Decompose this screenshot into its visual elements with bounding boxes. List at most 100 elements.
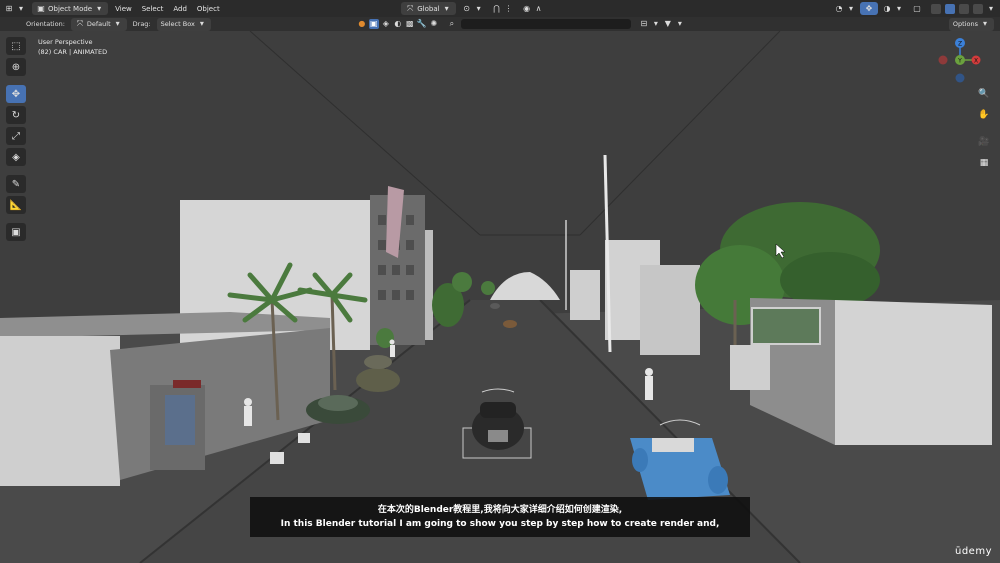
shading-modes: ▾ bbox=[926, 2, 1000, 15]
pivot-icon: ⊙ bbox=[463, 3, 470, 13]
chevron-down-icon: ▾ bbox=[677, 19, 682, 28]
chevron-down-icon: ▾ bbox=[115, 19, 120, 28]
subtitle-box: 在本次的Blender教程里,我将向大家详细介绍如何创建渲染, In this … bbox=[250, 497, 750, 537]
select-box-tool[interactable]: ⬚ bbox=[6, 37, 26, 55]
snap-grid-icon: ⋮ bbox=[504, 3, 513, 13]
hand-icon: ✋ bbox=[978, 110, 990, 120]
z-axis-label: Z bbox=[958, 41, 962, 48]
drag-label: Drag: bbox=[132, 20, 151, 28]
mesh-filter-icon[interactable]: ◈ bbox=[381, 19, 391, 29]
rendered-shading-icon[interactable] bbox=[973, 3, 983, 14]
perspective-toggle-button[interactable]: ▦ bbox=[976, 155, 992, 171]
rotate-tool[interactable]: ↻ bbox=[6, 106, 26, 124]
search-input[interactable] bbox=[460, 19, 631, 29]
transform-orientation-dropdown[interactable]: ⤧ Global ▾ bbox=[401, 2, 456, 15]
tool-settings-header: Orientation: ⤧ Default ▾ Drag: Select Bo… bbox=[0, 17, 1000, 31]
options-label: Options bbox=[952, 20, 978, 28]
chevron-down-icon: ▾ bbox=[444, 3, 449, 13]
layout-icon: ⊟ bbox=[640, 19, 648, 28]
chevron-down-icon: ▾ bbox=[97, 3, 102, 13]
proportional-editing-button[interactable]: ◉ ∧ bbox=[518, 2, 548, 15]
viewport-info: User Perspective (82) CAR | ANIMATED bbox=[38, 37, 107, 57]
menu-add[interactable]: Add bbox=[168, 5, 192, 13]
pivot-point-button[interactable]: ⊙ ▾ bbox=[458, 2, 488, 15]
proportional-icon: ◉ bbox=[523, 3, 531, 13]
add-cube-tool[interactable]: ▣ bbox=[6, 223, 26, 241]
solid-shading-icon[interactable] bbox=[945, 3, 955, 14]
orientation-label: Orientation: bbox=[26, 20, 65, 28]
shop-right-sign bbox=[751, 307, 821, 345]
collection-filters: ● ▣ ◈ ◐ ▩ 🔧 ✺ bbox=[353, 18, 443, 31]
x-neg-handle bbox=[938, 55, 948, 65]
select-box-icon: ⬚ bbox=[11, 40, 21, 52]
transform-orientation-label: Global bbox=[417, 4, 440, 13]
filter-options[interactable]: ⊟ ▾ ▼ ▾ bbox=[635, 18, 689, 31]
grid-icon: ▦ bbox=[979, 158, 989, 168]
x-axis-label: X bbox=[974, 58, 978, 65]
falloff-icon: ∧ bbox=[535, 3, 542, 13]
scene-filter-icon[interactable]: ● bbox=[357, 19, 367, 29]
rotate-icon: ↻ bbox=[11, 109, 21, 121]
scene-render[interactable] bbox=[0, 31, 1000, 563]
annotate-tool[interactable]: ✎ bbox=[6, 175, 26, 193]
3d-viewport[interactable] bbox=[0, 31, 1000, 563]
magnet-icon: ⋂ bbox=[493, 3, 500, 13]
pan-button[interactable]: ✋ bbox=[976, 107, 992, 123]
menu-view[interactable]: View bbox=[110, 5, 137, 13]
transform-tool[interactable]: ◈ bbox=[6, 148, 26, 166]
navigation-buttons: 🔍 ✋ 🎥 ▦ bbox=[976, 86, 992, 171]
tool-settings-spacer bbox=[0, 18, 22, 31]
active-object-info: (82) CAR | ANIMATED bbox=[38, 48, 108, 56]
transform-icon: ◈ bbox=[12, 151, 20, 163]
move-icon: ✥ bbox=[11, 88, 21, 100]
chevron-down-icon: ▾ bbox=[848, 3, 853, 13]
add-cube-icon: ▣ bbox=[11, 226, 21, 238]
scale-icon: ⤢ bbox=[12, 130, 20, 142]
zoom-button[interactable]: 🔍 bbox=[976, 86, 992, 102]
snapping-button[interactable]: ⋂ ⋮ bbox=[488, 2, 518, 15]
viewport-search[interactable]: ⌕ bbox=[443, 18, 635, 31]
camera-view-button[interactable]: 🎥 bbox=[976, 134, 992, 150]
xray-toggle-button[interactable]: ▢ bbox=[908, 2, 926, 15]
xray-icon: ▢ bbox=[913, 3, 921, 13]
orientation-dropdown[interactable]: ⤧ Default ▾ bbox=[70, 17, 127, 31]
cursor-tool[interactable]: ⊕ bbox=[6, 58, 26, 76]
view-object-types-button[interactable]: ◔ ▾ bbox=[830, 2, 860, 15]
orientation-icon: ⤧ bbox=[76, 19, 84, 28]
overlays-icon: ◑ bbox=[883, 3, 891, 13]
measure-tool[interactable]: 📐 bbox=[6, 196, 26, 214]
menu-object[interactable]: Object bbox=[192, 5, 225, 13]
material-shading-icon[interactable] bbox=[959, 3, 969, 14]
chevron-down-icon: ▾ bbox=[653, 19, 658, 28]
funnel-icon: ▼ bbox=[664, 19, 671, 28]
chevron-down-icon: ▾ bbox=[18, 3, 23, 13]
gizmo-icon: ✥ bbox=[865, 3, 873, 13]
subtitle-line-english: In this Blender tutorial I am going to s… bbox=[280, 519, 720, 529]
search-icon: ⌕ bbox=[449, 19, 455, 28]
move-tool[interactable]: ✥ bbox=[6, 85, 26, 103]
shop-left-front bbox=[0, 336, 120, 486]
camera-icon: 🎥 bbox=[978, 137, 990, 147]
options-dropdown[interactable]: Options ▾ bbox=[948, 17, 994, 31]
menu-select[interactable]: Select bbox=[137, 5, 169, 13]
gizmo-toggle-button[interactable]: ✥ bbox=[860, 2, 878, 15]
global-axes-icon: ⤧ bbox=[407, 3, 414, 13]
editor-type-button[interactable]: ⊞ ▾ bbox=[0, 2, 30, 15]
scale-tool[interactable]: ⤢ bbox=[6, 127, 26, 145]
chevron-down-icon: ▾ bbox=[896, 3, 901, 13]
overlays-toggle-button[interactable]: ◑ ▾ bbox=[878, 2, 908, 15]
chevron-down-icon[interactable]: ▾ bbox=[986, 4, 996, 14]
drag-dropdown[interactable]: Select Box ▾ bbox=[156, 17, 211, 31]
object-filter-icon[interactable]: ▣ bbox=[368, 19, 379, 29]
light-filter-icon[interactable]: ✺ bbox=[429, 19, 439, 29]
viewport-header: ⊞ ▾ ▣ Object Mode ▾ View Select Add Obje… bbox=[0, 0, 1000, 17]
texture-filter-icon[interactable]: ▩ bbox=[405, 19, 415, 29]
mode-dropdown[interactable]: ▣ Object Mode ▾ bbox=[32, 2, 109, 15]
material-filter-icon[interactable]: ◐ bbox=[393, 19, 403, 29]
drag-value: Select Box bbox=[160, 20, 195, 28]
eye-icon: ◔ bbox=[835, 3, 843, 13]
modifier-filter-icon[interactable]: 🔧 bbox=[417, 19, 427, 29]
zoom-icon: 🔍 bbox=[978, 89, 990, 99]
mode-label: Object Mode bbox=[48, 4, 93, 13]
wireframe-shading-icon[interactable] bbox=[931, 3, 941, 14]
